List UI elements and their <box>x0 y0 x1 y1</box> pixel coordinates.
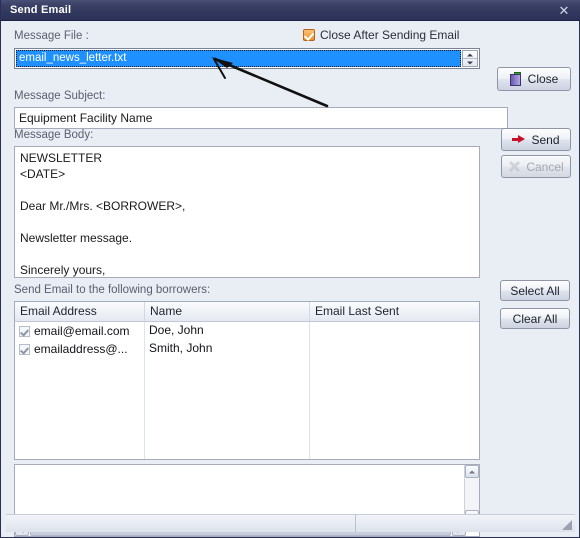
table-row-empty[interactable] <box>15 358 479 376</box>
chevron-down-icon <box>467 61 473 64</box>
clear-all-button[interactable]: Clear All <box>500 308 570 329</box>
message-file-label: Message File : <box>14 30 89 42</box>
status-panel-left <box>6 515 356 532</box>
window-titlebar[interactable]: Send Email ✕ <box>1 0 580 21</box>
clear-all-label: Clear All <box>512 311 558 326</box>
grid-cell-empty <box>310 358 479 376</box>
grid-cell-empty <box>145 448 310 459</box>
grid-cell-email-text: emailaddress@... <box>34 341 128 356</box>
spinner-up-button[interactable] <box>463 51 477 59</box>
grid-cell-empty <box>145 430 310 448</box>
borrowers-grid[interactable]: Email Address Name Email Last Sent email… <box>14 301 480 460</box>
chevron-up-icon <box>467 53 473 56</box>
window-title: Send Email <box>10 4 72 16</box>
grid-cell-empty <box>310 394 479 412</box>
send-button-label: Send <box>531 132 560 147</box>
grid-column-header-name[interactable]: Name <box>145 302 310 321</box>
grid-cell-last-sent[interactable] <box>310 340 479 358</box>
send-email-dialog: Send Email ✕ Message File : Close After … <box>0 0 580 538</box>
grid-cell-empty <box>145 412 310 430</box>
message-body-textarea[interactable]: NEWSLETTER <DATE> Dear Mr./Mrs. <BORROWE… <box>14 146 480 278</box>
close-button[interactable]: Close <box>497 67 571 91</box>
row-checkbox-icon[interactable] <box>19 325 30 337</box>
grid-cell-email-text: email@email.com <box>34 323 130 338</box>
status-panel-right <box>356 515 575 532</box>
cancel-x-icon <box>508 160 521 173</box>
grid-cell-empty <box>310 448 479 459</box>
table-row[interactable]: emailaddress@... Smith, John <box>15 340 479 358</box>
grid-column-header-email[interactable]: Email Address <box>15 302 145 321</box>
grid-cell-email[interactable]: emailaddress@... <box>15 340 145 358</box>
grid-column-header-last-sent[interactable]: Email Last Sent <box>310 302 479 321</box>
window-close-icon[interactable]: ✕ <box>555 2 573 19</box>
grid-cell-empty <box>310 412 479 430</box>
cancel-button: Cancel <box>501 155 571 178</box>
message-file-spinner[interactable] <box>462 50 478 67</box>
table-row-empty[interactable] <box>15 376 479 394</box>
grid-cell-empty <box>310 430 479 448</box>
grid-cell-empty <box>15 430 145 448</box>
grid-cell-empty <box>15 448 145 459</box>
dialog-client-area: Message File : Close After Sending Email… <box>2 22 579 537</box>
scroll-up-icon <box>469 470 475 473</box>
statusbar <box>6 514 575 532</box>
resize-grip-icon[interactable] <box>561 519 573 531</box>
table-row-empty[interactable] <box>15 448 479 459</box>
message-body-label: Message Body: <box>14 129 94 141</box>
table-row[interactable]: email@email.com Doe, John <box>15 322 479 340</box>
row-checkbox-icon[interactable] <box>19 343 30 355</box>
grid-cell-empty <box>310 376 479 394</box>
grid-cell-empty <box>145 376 310 394</box>
message-file-selected-value[interactable]: email_news_letter.txt <box>16 50 461 67</box>
close-button-label: Close <box>527 72 559 86</box>
grid-cell-empty <box>145 394 310 412</box>
checkbox-checked-icon <box>303 29 315 41</box>
grid-header-row: Email Address Name Email Last Sent <box>15 302 479 322</box>
cancel-button-label: Cancel <box>526 159 564 174</box>
exit-door-icon <box>509 72 523 86</box>
close-after-sending-checkbox[interactable]: Close After Sending Email <box>303 28 459 42</box>
borrowers-list-label: Send Email to the following borrowers: <box>14 284 211 296</box>
scroll-up-button[interactable] <box>465 465 479 478</box>
message-subject-label: Message Subject: <box>14 90 106 102</box>
grid-cell-empty <box>15 412 145 430</box>
select-all-button[interactable]: Select All <box>500 280 570 301</box>
grid-cell-name[interactable]: Smith, John <box>145 340 310 358</box>
right-arrow-icon <box>512 134 526 145</box>
close-after-sending-label: Close After Sending Email <box>320 28 460 42</box>
table-row-empty[interactable] <box>15 430 479 448</box>
grid-cell-last-sent[interactable] <box>310 322 479 340</box>
send-button[interactable]: Send <box>501 128 571 151</box>
table-row-empty[interactable] <box>15 412 479 430</box>
table-row-empty[interactable] <box>15 394 479 412</box>
grid-cell-empty <box>15 358 145 376</box>
grid-cell-empty <box>15 376 145 394</box>
grid-body: email@email.com Doe, John emailaddress@...… <box>15 322 479 459</box>
grid-cell-email[interactable]: email@email.com <box>15 322 145 340</box>
grid-cell-name[interactable]: Doe, John <box>145 322 310 340</box>
grid-cell-empty <box>15 394 145 412</box>
select-all-label: Select All <box>510 283 560 298</box>
message-subject-input[interactable]: Equipment Facility Name <box>14 107 508 129</box>
grid-cell-empty <box>145 358 310 376</box>
message-file-combobox[interactable]: email_news_letter.txt <box>14 48 480 69</box>
spinner-down-button[interactable] <box>463 59 477 66</box>
